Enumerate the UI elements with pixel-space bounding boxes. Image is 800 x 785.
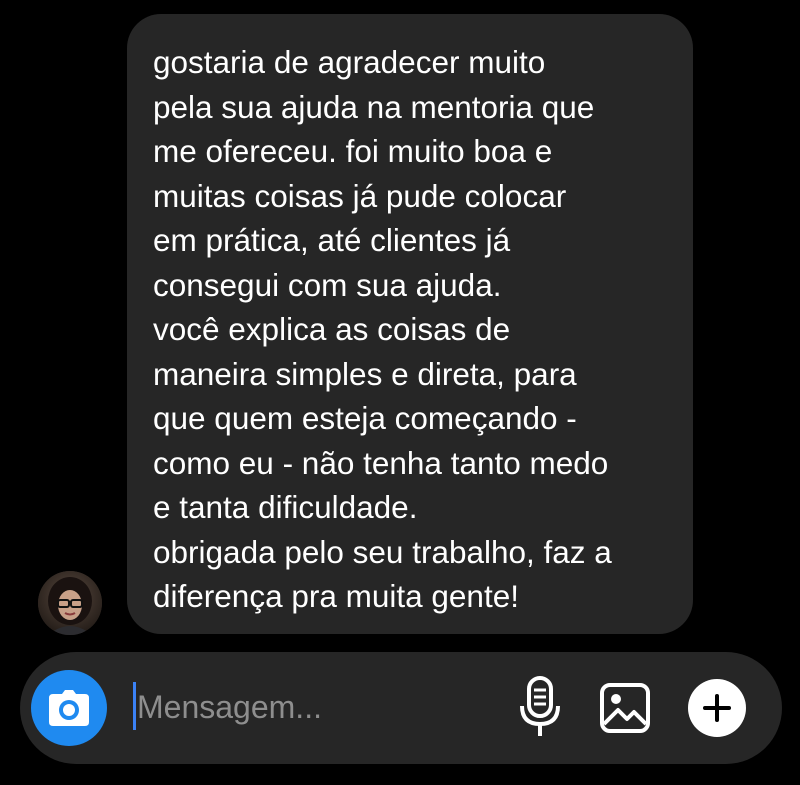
camera-button[interactable] <box>31 670 107 746</box>
text-cursor <box>133 682 136 730</box>
message-line: pela sua ajuda na mentoria que <box>153 88 595 125</box>
gallery-button[interactable] <box>595 678 655 738</box>
message-line: me ofereceu. foi muito boa e <box>153 133 553 169</box>
message-line: você explica as coisas de <box>153 311 511 347</box>
avatar-photo <box>38 571 102 635</box>
add-button[interactable] <box>688 679 746 737</box>
camera-icon <box>49 690 89 726</box>
message-line: em prática, até clientes já <box>153 222 511 258</box>
message-line: maneira simples e direta, para <box>153 355 577 392</box>
message-line: consegui com sua ajuda. <box>153 266 502 303</box>
sender-avatar[interactable] <box>38 571 102 635</box>
message-composer <box>20 652 782 764</box>
message-line: e tanta dificuldade. <box>153 489 418 525</box>
plus-icon <box>703 694 731 722</box>
voice-message-button[interactable] <box>515 674 565 740</box>
message-line: como eu - não tenha tanto medo <box>153 444 609 481</box>
gallery-icon <box>600 683 650 733</box>
message-input[interactable] <box>137 682 497 732</box>
received-message-bubble[interactable]: gostaria de agradecer muito pela sua aju… <box>127 14 693 634</box>
message-line: muitas coisas já pude colocar <box>153 177 567 214</box>
message-line: que quem esteja começando - <box>153 400 577 436</box>
message-line: diferença pra muita gente! <box>153 578 519 614</box>
message-line: gostaria de agradecer muito <box>153 44 546 80</box>
message-line: obrigada pelo seu trabalho, faz a <box>153 533 612 570</box>
microphone-icon <box>520 676 560 736</box>
